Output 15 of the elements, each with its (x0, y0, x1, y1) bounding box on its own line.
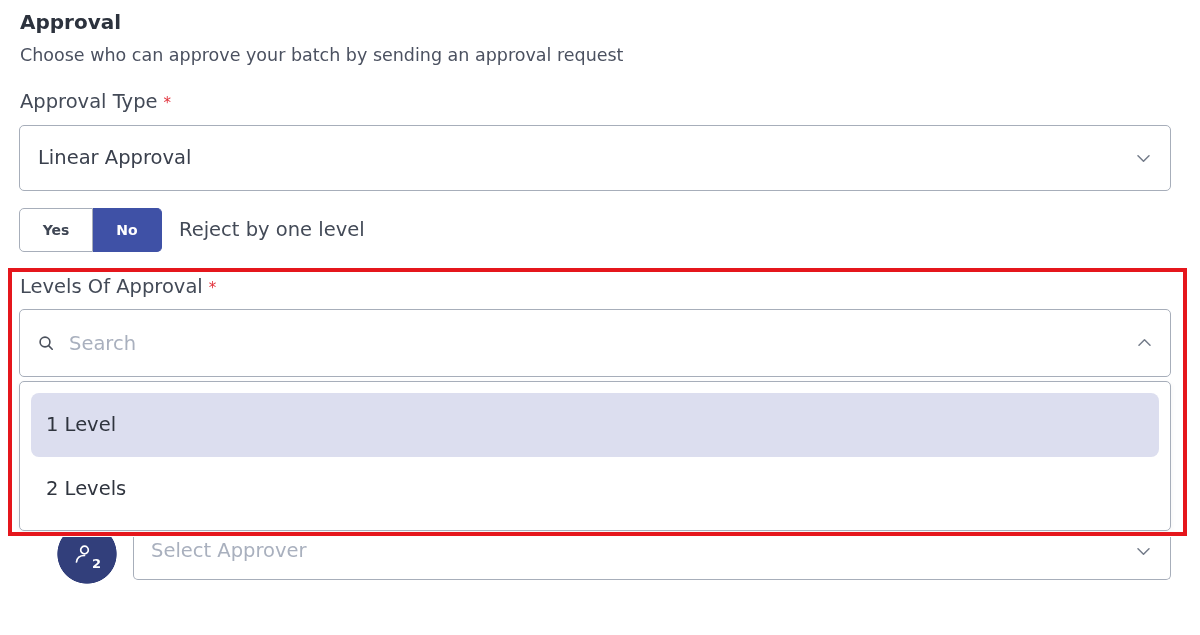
search-field[interactable]: Search (19, 309, 1171, 377)
dropdown-option[interactable]: 1 Level (31, 393, 1159, 457)
search-icon (39, 336, 53, 350)
section-description: Choose who can approve your batch by sending an approval request (20, 44, 625, 66)
toggle-label: Reject by one level (179, 217, 365, 244)
level-number: 2 (91, 557, 101, 570)
select-field[interactable]: Linear Approval (19, 125, 1171, 191)
field-label: Approval Type (20, 90, 158, 114)
toggle-option[interactable]: Yes (19, 208, 93, 252)
required-mark: * (163, 93, 171, 114)
field-label: Levels Of Approval (20, 275, 203, 299)
section-title: Approval (20, 9, 123, 34)
required-mark: * (208, 278, 217, 299)
dropdown-option[interactable]: 2 Levels (31, 457, 1159, 521)
toggle-option[interactable]: No (93, 208, 162, 252)
